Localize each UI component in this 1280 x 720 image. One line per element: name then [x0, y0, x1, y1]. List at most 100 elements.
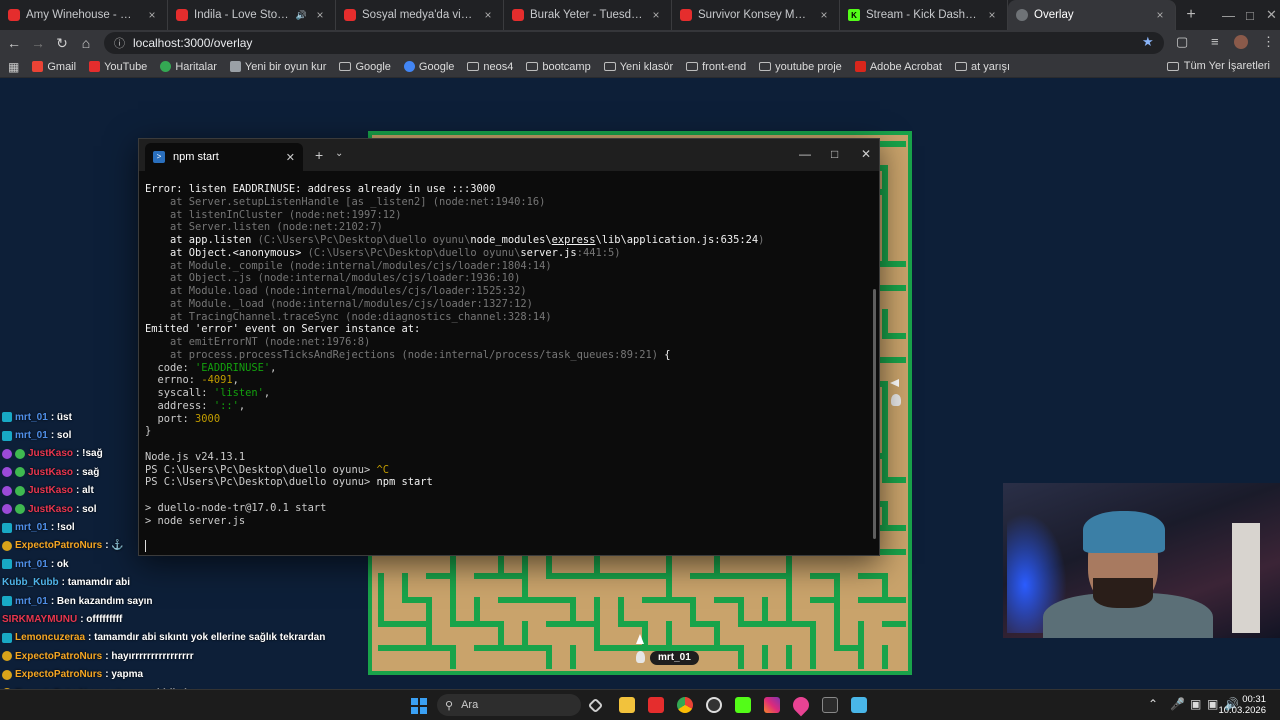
maze-wall — [882, 477, 906, 483]
close-tab-icon[interactable]: × — [985, 8, 999, 22]
chrome-icon[interactable] — [677, 697, 693, 713]
browser-tab[interactable]: Indila - Love Story (Official Mu 🔊 × — [168, 0, 336, 30]
maze-wall — [426, 597, 432, 621]
all-bookmarks[interactable]: Tüm Yer İşaretleri — [1166, 60, 1270, 72]
minimize-icon[interactable]: — — [1222, 0, 1235, 30]
close-tab-icon[interactable]: ✕ — [286, 151, 295, 164]
maximize-icon[interactable]: □ — [831, 147, 838, 161]
apps-grid-icon[interactable]: ▦ — [8, 60, 19, 74]
maze-wall — [882, 573, 888, 597]
reload-icon[interactable]: ↻ — [50, 35, 74, 52]
maze-wall — [594, 645, 618, 651]
bookmark-item[interactable]: Yeni klasör — [603, 61, 673, 73]
terminal-tab[interactable]: > npm start ✕ — [145, 143, 303, 171]
maps-pin-icon[interactable] — [789, 693, 813, 717]
bookmark-item[interactable]: Gmail — [32, 61, 76, 73]
back-icon[interactable]: ← — [2, 35, 26, 51]
bookmark-item[interactable]: neos4 — [467, 61, 513, 73]
url-text[interactable]: localhost:3000/overlay — [133, 36, 252, 50]
browser-menu-icon[interactable]: ⋮ — [1262, 34, 1275, 50]
audio-playing-icon[interactable]: 🔊 — [296, 10, 307, 21]
subscriber-badge-icon — [15, 504, 25, 515]
close-tab-icon[interactable]: × — [313, 8, 327, 22]
browser-tab[interactable]: Burak Yeter - Tuesday ft. Danel × — [504, 0, 672, 30]
browser-tab[interactable]: Survivor Konsey Müziği (Uzun V × — [672, 0, 840, 30]
vip-badge-icon — [2, 669, 12, 680]
close-tab-icon[interactable]: × — [1153, 8, 1167, 22]
forward-icon[interactable]: → — [26, 35, 50, 51]
browser-tab[interactable]: Sosyal medya'da viral olan - da × — [336, 0, 504, 30]
bookmark-item[interactable]: Google — [339, 61, 391, 73]
new-tab-icon[interactable]: + — [315, 147, 323, 163]
instagram-icon[interactable] — [764, 697, 780, 713]
bookmark-item[interactable]: Adobe Acrobat — [854, 60, 942, 73]
tray-chevron-icon[interactable]: ⌃ — [1148, 697, 1158, 711]
bookmark-item[interactable]: youtube proje — [759, 61, 842, 73]
vip-badge-icon — [2, 651, 12, 662]
close-tab-icon[interactable]: × — [817, 8, 831, 22]
bookmark-label: Adobe Acrobat — [869, 60, 942, 73]
maze-wall — [378, 573, 384, 597]
microphone-icon[interactable]: 🎤 — [1170, 697, 1185, 711]
start-button[interactable] — [411, 698, 427, 714]
bookmark-label: at yarışı — [970, 60, 1011, 73]
close-tab-icon[interactable]: × — [145, 8, 159, 22]
webcam-feed — [1003, 483, 1280, 638]
bookmark-item[interactable]: at yarışı — [954, 60, 1011, 73]
maze-wall — [882, 501, 888, 525]
browser-tab[interactable]: Amy Winehouse - Back To Black × — [0, 0, 168, 30]
browser-tab[interactable]: K Stream - Kick Dashboard × — [840, 0, 1008, 30]
bookmark-item[interactable]: bootcamp — [526, 61, 591, 73]
bookmark-item[interactable]: Yeni bir oyun kur — [229, 61, 326, 73]
maze-wall — [882, 357, 906, 363]
file-explorer-icon[interactable] — [619, 697, 635, 713]
kick-app-icon[interactable] — [735, 697, 751, 713]
address-bar[interactable]: ⓘ localhost:3000/overlay — [104, 32, 1164, 54]
subscriber-badge-icon — [15, 448, 25, 459]
close-window-icon[interactable]: ✕ — [1266, 0, 1277, 30]
mod-badge-icon — [2, 412, 12, 423]
chat-text: : ⚓ — [105, 540, 124, 552]
chat-username: JustKaso — [28, 503, 74, 515]
maze-wall — [882, 549, 906, 555]
tab-dropdown-icon[interactable]: ⌄ — [335, 148, 343, 159]
terminal-app-icon[interactable] — [822, 697, 838, 713]
close-tab-icon[interactable]: × — [481, 8, 495, 22]
maze-wall — [522, 621, 528, 645]
maze-wall — [810, 621, 816, 645]
browser-tab[interactable]: Overlay × — [1008, 0, 1176, 30]
mod-badge-icon — [2, 559, 12, 570]
bookmark-star-icon[interactable]: ★ — [1142, 34, 1154, 50]
site-info-icon[interactable]: ⓘ — [114, 35, 125, 51]
taskbar-search[interactable]: ⚲ Ara — [437, 694, 581, 716]
system-clock[interactable]: 00:31 10.03.2026 — [1218, 694, 1266, 716]
youtube-icon — [89, 61, 101, 72]
maze-wall — [522, 573, 528, 597]
new-tab-icon[interactable]: + — [1176, 6, 1206, 24]
bookmark-item[interactable]: front-end — [686, 61, 746, 73]
obs-icon[interactable] — [706, 697, 722, 713]
bookmark-item[interactable]: Haritalar — [160, 61, 217, 73]
chat-username: JustKaso — [28, 466, 74, 478]
media-control-icon[interactable]: ≡ — [1211, 34, 1219, 49]
extensions-icon[interactable]: ▢ — [1176, 34, 1188, 50]
minimize-icon[interactable]: — — [799, 147, 811, 161]
mod-badge-icon — [2, 596, 12, 607]
youtube-music-icon[interactable] — [648, 697, 664, 713]
terminal-scrollbar[interactable] — [873, 289, 876, 539]
close-window-icon[interactable]: ✕ — [861, 147, 871, 161]
game-icon — [229, 61, 241, 72]
bookmark-item[interactable]: YouTube — [89, 61, 147, 73]
folder-icon — [603, 62, 616, 71]
close-tab-icon[interactable]: × — [649, 8, 663, 22]
task-view-icon[interactable] — [587, 697, 604, 714]
restore-icon[interactable]: □ — [1246, 0, 1254, 30]
maze-wall — [402, 621, 426, 627]
notepad-icon[interactable] — [851, 697, 867, 713]
network-icon[interactable]: ▣ — [1207, 697, 1218, 711]
bookmark-item[interactable]: Google — [403, 61, 454, 73]
home-icon[interactable]: ⌂ — [74, 35, 98, 51]
monitor-icon[interactable]: ▣ — [1190, 697, 1201, 711]
chat-message: mrt_01: Ben kazandım sayın — [2, 592, 362, 610]
profile-avatar-icon[interactable] — [1234, 35, 1248, 49]
